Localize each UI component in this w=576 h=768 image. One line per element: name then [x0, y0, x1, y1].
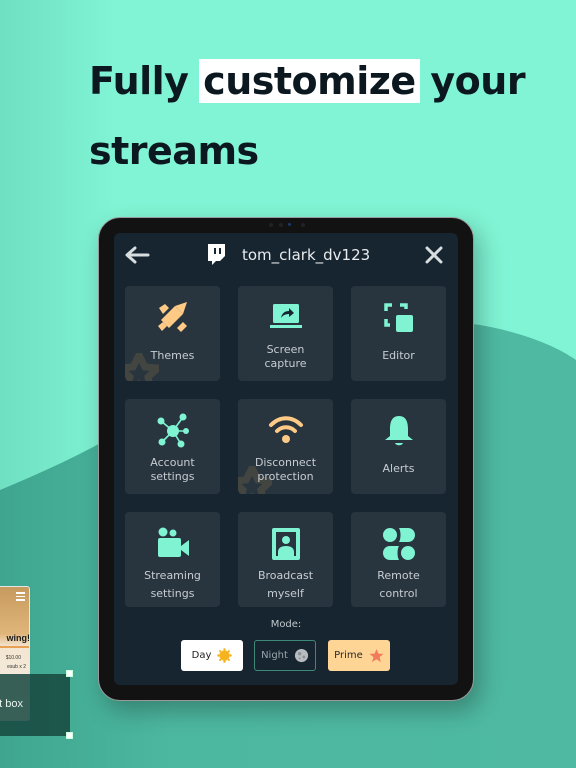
tile-label: Editor	[382, 349, 415, 362]
tile-streaming-settings[interactable]: Streaming settings	[125, 512, 220, 607]
paint-pencil-icon	[157, 302, 187, 332]
headline-highlight: customize	[199, 59, 420, 103]
resize-handle-bottom-right[interactable]	[66, 732, 73, 739]
resize-frame-icon	[383, 303, 413, 332]
tile-label: Broadcast myself	[257, 569, 314, 600]
sun-icon	[217, 648, 233, 663]
tile-broadcast-myself[interactable]: Broadcast myself	[238, 512, 333, 607]
tile-label: Screen capture	[264, 343, 307, 370]
network-nodes-icon	[157, 413, 189, 448]
tile-alerts[interactable]: Alerts	[351, 399, 446, 494]
text-box-label: t box	[0, 698, 23, 710]
tile-account-settings[interactable]: Account settings	[125, 399, 220, 494]
top-bar: tom_clark_dv123	[114, 233, 458, 277]
tile-label: Remote control	[377, 569, 420, 600]
moon-icon	[294, 648, 308, 663]
tile-label: Streaming settings	[144, 569, 201, 600]
preview-price: $10.00	[5, 655, 21, 661]
tile-themes[interactable]: Themes	[125, 286, 220, 381]
tile-label: Themes	[150, 349, 195, 362]
preview-sub: esub x 2	[7, 664, 26, 670]
mode-prime-button[interactable]: Prime	[328, 640, 390, 671]
remote-shapes-icon	[382, 528, 415, 560]
mode-day-label: Day	[191, 650, 212, 661]
text-box-widget[interactable]: t box	[0, 674, 70, 736]
camera-array	[269, 223, 305, 227]
preview-divider	[0, 646, 29, 648]
tile-label: Account settings	[150, 456, 195, 483]
preview-title: wing!	[6, 633, 30, 643]
tile-label: Alerts	[382, 462, 415, 475]
portrait-frame-icon	[271, 528, 300, 560]
wifi-icon	[268, 416, 303, 443]
app-screen: tom_clark_dv123 Themes Screen capture Ed…	[114, 233, 458, 685]
arrow-left-icon[interactable]	[122, 245, 152, 265]
twitch-icon	[208, 244, 225, 265]
star-icon	[369, 648, 384, 663]
mode-day-button[interactable]: Day	[181, 640, 243, 671]
resize-handle-top-right[interactable]	[66, 670, 73, 677]
video-camera-icon	[157, 527, 189, 557]
bell-icon	[384, 416, 413, 446]
mode-night-button[interactable]: Night	[254, 640, 316, 671]
headline: Fully customize your streams	[89, 46, 529, 186]
mode-night-label: Night	[261, 650, 288, 661]
username: tom_clark_dv123	[242, 246, 371, 264]
mode-label: Mode:	[270, 619, 302, 630]
hamburger-menu-icon	[16, 590, 25, 603]
tile-disconnect-protection[interactable]: Disconnect protection	[238, 399, 333, 494]
close-icon[interactable]	[424, 245, 444, 265]
tile-label: Disconnect protection	[254, 456, 317, 483]
headline-text-before: Fully	[89, 59, 202, 103]
tile-screen-capture[interactable]: Screen capture	[238, 286, 333, 381]
tablet-device: tom_clark_dv123 Themes Screen capture Ed…	[98, 217, 474, 701]
tile-remote-control[interactable]: Remote control	[351, 512, 446, 607]
tile-editor[interactable]: Editor	[351, 286, 446, 381]
mode-prime-label: Prime	[334, 650, 363, 661]
laptop-share-icon	[269, 304, 302, 328]
